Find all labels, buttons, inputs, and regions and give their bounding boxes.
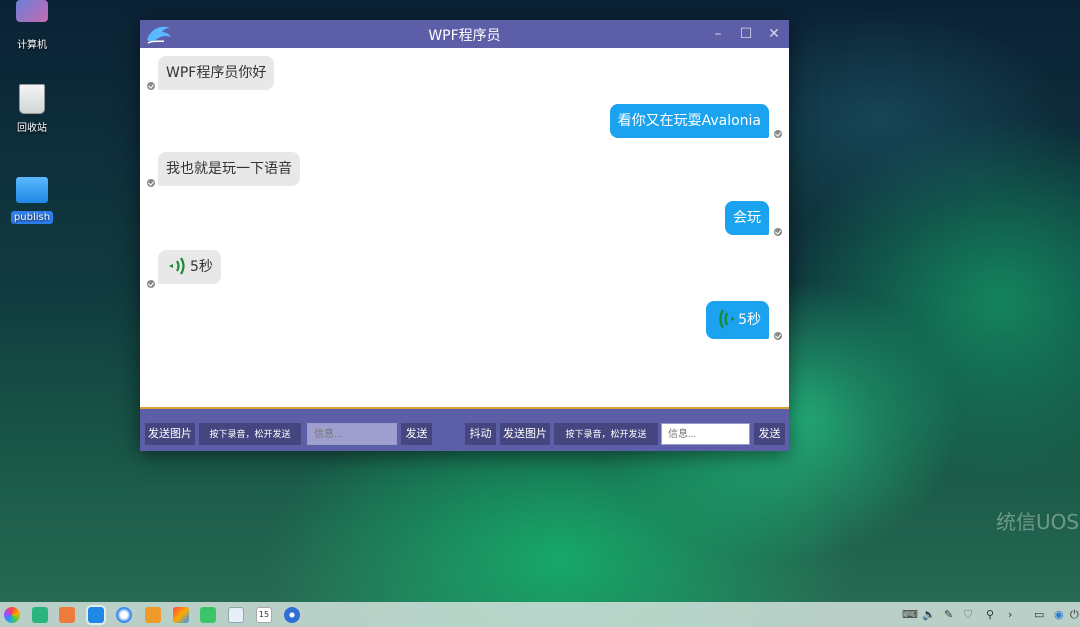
chat-area[interactable]: WPF程序员你好 看你又在玩耍Avalonia 我也就是玩一下语音 会玩 5秒 … (140, 48, 789, 407)
read-check-icon (147, 280, 155, 288)
voice-duration: 5秒 (190, 259, 213, 275)
desktop-icon-label: 回收站 (17, 123, 47, 134)
power-icon[interactable]: ⏻ (1070, 608, 1079, 622)
desktop-icon-publish[interactable]: publish (8, 177, 56, 224)
voice-message-bubble[interactable]: 5秒 (158, 250, 221, 284)
message-text: 我也就是玩一下语音 (166, 161, 292, 177)
desktop-icon-trash[interactable]: 回收站 (8, 84, 56, 134)
message-bubble[interactable]: 看你又在玩耍Avalonia (609, 104, 769, 138)
multitask-icon[interactable] (32, 607, 48, 623)
voice-message-bubble[interactable]: 5秒 (706, 301, 769, 339)
settings-icon[interactable] (284, 607, 300, 623)
voice-duration: 5秒 (738, 312, 761, 328)
trash-icon (19, 84, 45, 114)
keyboard-icon[interactable]: ⌨ (902, 608, 918, 621)
usb-icon[interactable]: ⚲ (986, 608, 994, 621)
pen-icon[interactable]: ✎ (944, 608, 953, 621)
notification-icon[interactable]: ▭ (1034, 608, 1044, 621)
folder-icon (16, 177, 48, 203)
voice-wave-icon (169, 256, 185, 275)
os-watermark: 统信UOS (996, 510, 1080, 534)
input-toolbar: 发送图片 按下录音，松开发送 发送 抖动 发送图片 按下录音，松开发送 发送 (140, 409, 789, 451)
shake-button[interactable]: 抖动 (465, 423, 496, 445)
desktop-icon-label: 计算机 (17, 40, 47, 51)
voice-wave-icon (719, 308, 736, 329)
message-bubble[interactable]: 会玩 (725, 201, 769, 235)
send-image-button[interactable]: 发送图片 (145, 423, 195, 445)
send-image-button[interactable]: 发送图片 (500, 423, 550, 445)
message-bubble[interactable]: 我也就是玩一下语音 (158, 152, 300, 186)
desktop-icon-label: publish (10, 211, 54, 224)
record-voice-button[interactable]: 按下录音，松开发送 (199, 423, 301, 445)
read-check-icon (774, 228, 782, 236)
message-input[interactable] (307, 423, 397, 445)
message-bubble[interactable]: WPF程序员你好 (158, 56, 275, 90)
app-window: WPF程序员 – ☐ ✕ WPF程序员你好 看你又在玩耍Avalonia 我也就… (140, 20, 789, 451)
minimize-button[interactable]: – (708, 24, 728, 44)
computer-icon (16, 0, 48, 22)
message-text: 会玩 (733, 210, 761, 226)
close-button[interactable]: ✕ (764, 24, 784, 44)
read-check-icon (774, 332, 782, 340)
message-text: WPF程序员你好 (166, 65, 267, 81)
photos-icon[interactable] (173, 607, 189, 623)
expand-icon[interactable]: › (1008, 608, 1012, 621)
message-input[interactable] (661, 423, 750, 445)
taskbar: 15 ⌨ 🔈 ✎ ⛉ ⚲ › ▭ ◉ ⏻ (0, 602, 1080, 627)
title-bar[interactable]: WPF程序员 – ☐ ✕ (140, 20, 789, 48)
send-button[interactable]: 发送 (754, 423, 785, 445)
music-icon[interactable] (200, 607, 216, 623)
read-check-icon (147, 179, 155, 187)
volume-icon[interactable]: 🔈 (922, 608, 936, 621)
shield-icon[interactable]: ⛉ (964, 608, 972, 622)
message-text: 看你又在玩耍Avalonia (617, 113, 761, 129)
calendar-day: 15 (258, 610, 270, 619)
maximize-button[interactable]: ☐ (736, 24, 756, 44)
window-title: WPF程序员 (428, 28, 501, 44)
network-icon[interactable]: ◉ (1054, 608, 1064, 621)
send-button[interactable]: 发送 (401, 423, 432, 445)
file-manager-icon[interactable] (86, 605, 106, 625)
read-check-icon (774, 130, 782, 138)
desktop-icon-computer[interactable]: 计算机 (8, 0, 56, 51)
record-voice-button[interactable]: 按下录音，松开发送 (554, 423, 658, 445)
store-icon[interactable] (145, 607, 161, 623)
app-store-icon[interactable] (59, 607, 75, 623)
calendar-icon[interactable]: 15 (256, 607, 272, 623)
read-check-icon (147, 82, 155, 90)
launcher-icon[interactable] (4, 607, 20, 623)
browser-icon[interactable] (116, 607, 132, 623)
document-icon[interactable] (228, 607, 244, 623)
